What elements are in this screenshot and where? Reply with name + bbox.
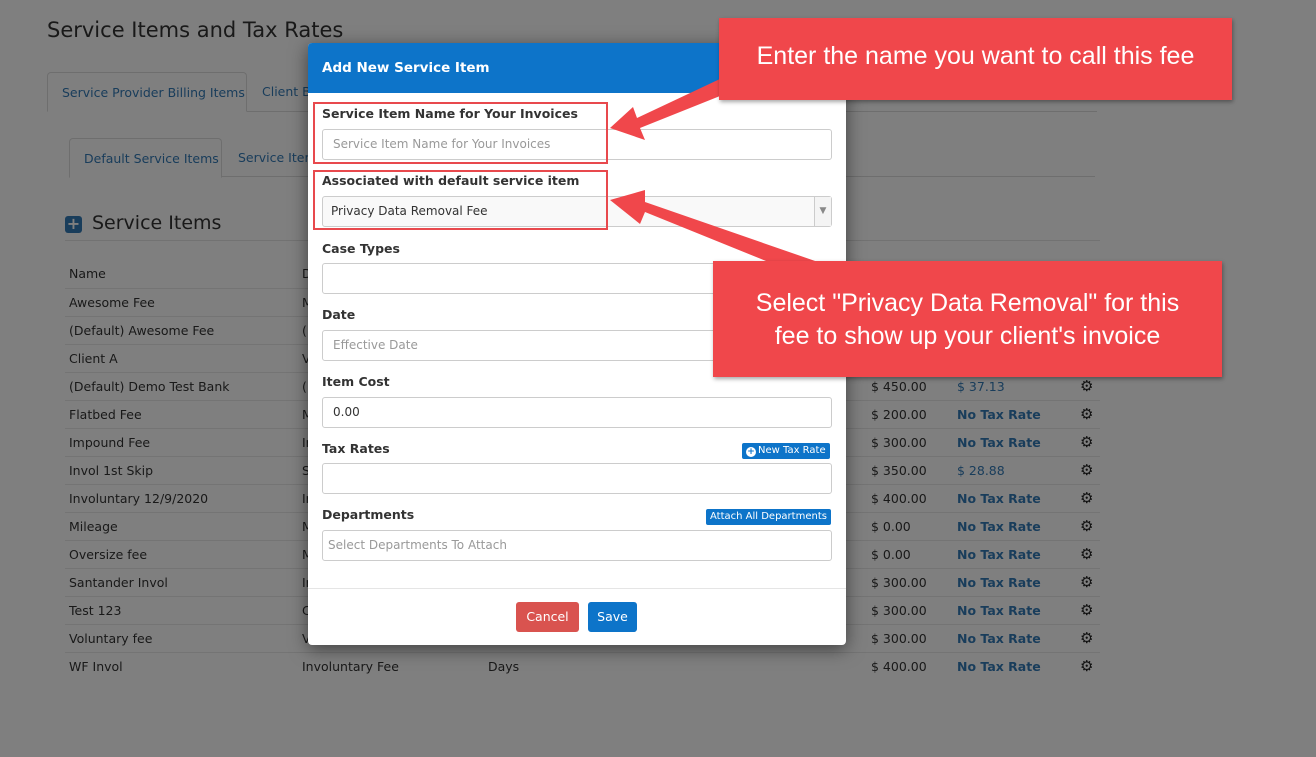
- arrow-to-name-field: [610, 78, 735, 140]
- callout-enter-name: Enter the name you want to call this fee: [719, 18, 1232, 100]
- callout-select-privacy-line1: Select "Privacy Data Removal" for this: [755, 289, 1180, 317]
- callout-arrows: [610, 78, 818, 278]
- callout-select-privacy-line2: fee to show up your client's invoice: [774, 322, 1161, 350]
- callout-select-privacy: Select "Privacy Data Removal" for this f…: [713, 261, 1222, 377]
